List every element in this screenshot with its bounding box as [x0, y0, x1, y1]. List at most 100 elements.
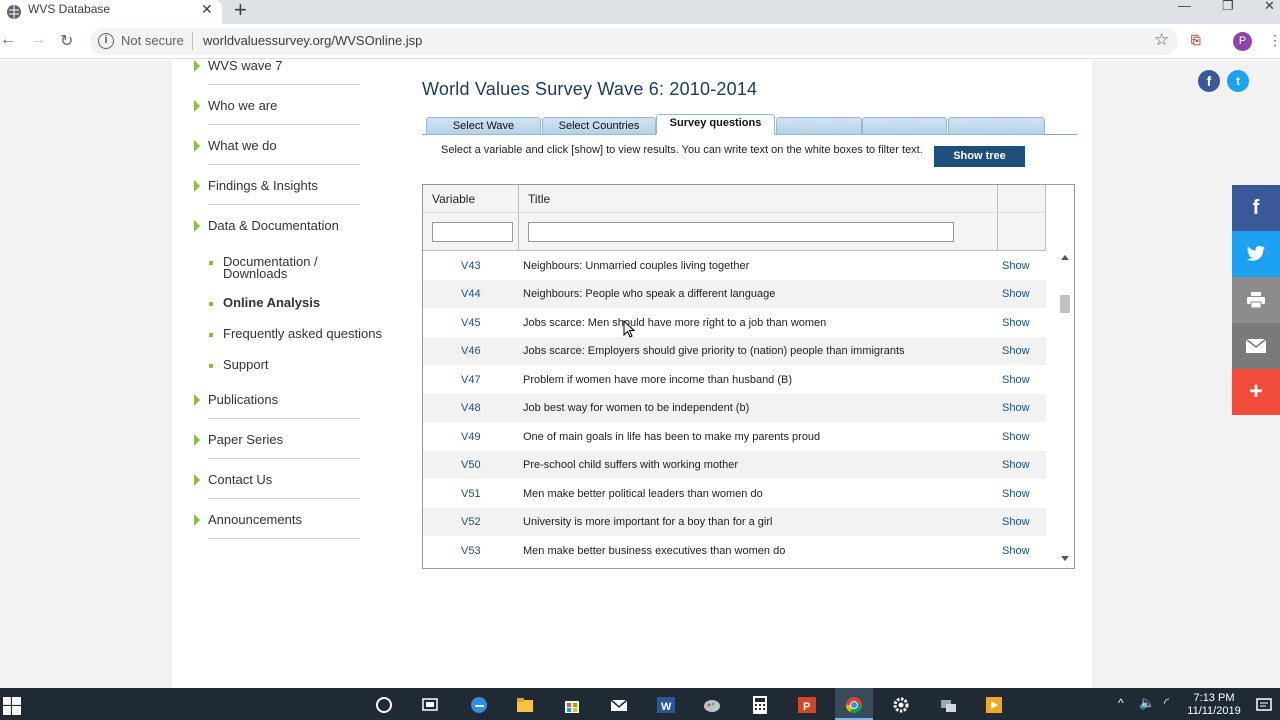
network-app-icon[interactable]: [939, 696, 957, 714]
column-header-title[interactable]: Title: [528, 192, 550, 206]
show-link[interactable]: Show: [1002, 451, 1030, 479]
variable-filter-input[interactable]: [432, 222, 513, 242]
show-link[interactable]: Show: [1002, 480, 1030, 508]
forward-icon[interactable]: →: [30, 31, 46, 49]
show-link[interactable]: Show: [1002, 252, 1030, 280]
sidebar-item-label[interactable]: What we do: [208, 138, 277, 153]
subitem-label[interactable]: Frequently asked questions: [223, 327, 382, 340]
browser-tab[interactable]: WVS Database ✕: [0, 0, 222, 24]
edge-icon[interactable]: [470, 696, 488, 714]
triangle-right-icon: [194, 394, 200, 406]
share-print-icon[interactable]: [1232, 277, 1280, 323]
sidebar-item-what-we-do[interactable]: What we do: [192, 138, 362, 180]
minimize-button[interactable]: —: [1178, 0, 1191, 13]
sidebar-item-label[interactable]: Data & Documentation: [208, 218, 339, 233]
sidebar-item-findings[interactable]: Findings & Insights: [192, 178, 362, 220]
sidebar-item-label[interactable]: WVS wave 7: [208, 58, 282, 73]
sidebar-item-label[interactable]: Findings & Insights: [208, 178, 318, 193]
profile-avatar[interactable]: P: [1233, 32, 1252, 51]
powerpoint-icon[interactable]: P: [798, 696, 816, 714]
subitem-label[interactable]: Documentation / Downloads: [223, 255, 373, 280]
twitter-icon[interactable]: t: [1227, 70, 1249, 92]
sidebar-item-publications[interactable]: Publications: [192, 392, 362, 434]
close-window-button[interactable]: ✕: [1264, 0, 1275, 14]
mail-icon[interactable]: [610, 696, 628, 714]
show-link[interactable]: Show: [1002, 394, 1030, 422]
sidebar-item-wvs-wave-7[interactable]: WVS wave 7: [192, 58, 362, 100]
browser-menu-icon[interactable]: ⋮: [1268, 32, 1280, 49]
task-view-icon[interactable]: [421, 696, 439, 714]
reload-icon[interactable]: ↻: [60, 31, 73, 51]
show-link[interactable]: Show: [1002, 366, 1030, 394]
divider: [208, 124, 360, 125]
sidebar-item-label[interactable]: Publications: [208, 392, 278, 407]
share-twitter-icon[interactable]: [1232, 231, 1280, 277]
question-title: Jobs scarce: Employers should give prior…: [523, 345, 905, 357]
close-tab-icon[interactable]: ✕: [201, 1, 213, 18]
show-link[interactable]: Show: [1002, 423, 1030, 451]
tab-responses: Responses: [776, 117, 862, 135]
scroll-up-icon[interactable]: [1061, 255, 1069, 260]
paint-icon[interactable]: [703, 696, 721, 714]
back-icon[interactable]: ←: [0, 31, 16, 49]
omnibox[interactable]: i Not secure worldvaluessurvey.org/WVSOn…: [90, 28, 1178, 55]
chevron-up-icon[interactable]: ^: [1118, 696, 1124, 710]
divider: [208, 84, 360, 85]
show-link[interactable]: Show: [1002, 280, 1030, 308]
sidebar-item-who-we-are[interactable]: Who we are: [192, 98, 362, 140]
chrome-icon[interactable]: [845, 696, 863, 714]
url-text[interactable]: worldvaluessurvey.org/WVSOnline.jsp: [203, 33, 422, 48]
windows-start-icon[interactable]: [3, 697, 21, 715]
pdf-extension-icon[interactable]: ⎘: [1191, 33, 1207, 49]
wifi-icon[interactable]: ◜: [1164, 695, 1169, 711]
share-facebook-icon[interactable]: f: [1232, 185, 1280, 231]
sidebar-item-label[interactable]: Announcements: [208, 512, 302, 527]
taskbar: W P ^ 🔈 ◜ 7:13 PM 11/11/2019: [0, 688, 1280, 720]
title-filter-input[interactable]: [528, 222, 954, 242]
variable-code: V52: [461, 516, 481, 528]
triangle-right-icon: [194, 514, 200, 526]
system-clock[interactable]: 7:13 PM 11/11/2019: [1183, 692, 1245, 718]
table-row: V52 University is more important for a b…: [423, 508, 1046, 536]
sidebar-item-contact-us[interactable]: Contact Us: [192, 472, 362, 514]
show-tree-button[interactable]: Show tree: [934, 146, 1025, 167]
calculator-icon[interactable]: [751, 696, 769, 714]
sidebar-item-announcements[interactable]: Announcements: [192, 512, 362, 554]
info-icon[interactable]: i: [98, 33, 114, 49]
media-app-icon[interactable]: [985, 696, 1003, 714]
show-link[interactable]: Show: [1002, 508, 1030, 536]
store-icon[interactable]: [563, 696, 581, 714]
settings-gear-icon[interactable]: [892, 696, 910, 714]
facebook-icon[interactable]: f: [1198, 70, 1220, 92]
share-more-icon[interactable]: +: [1232, 369, 1280, 415]
subitem-label[interactable]: Online Analysis: [223, 296, 320, 309]
scroll-down-icon[interactable]: [1061, 556, 1069, 561]
restore-button[interactable]: ❐: [1222, 0, 1234, 14]
volume-icon[interactable]: 🔈: [1139, 695, 1155, 711]
file-explorer-icon[interactable]: [516, 696, 534, 714]
tab-survey-questions[interactable]: Survey questions: [656, 114, 775, 135]
share-email-icon[interactable]: [1232, 323, 1280, 369]
notifications-icon[interactable]: [1255, 696, 1273, 714]
cortana-search-icon[interactable]: [375, 696, 393, 714]
show-link[interactable]: Show: [1002, 337, 1030, 365]
new-tab-button[interactable]: +: [234, 0, 247, 23]
sidebar-item-paper-series[interactable]: Paper Series: [192, 432, 362, 474]
sidebar-item-label[interactable]: Paper Series: [208, 432, 283, 447]
sidebar-item-label[interactable]: Who we are: [208, 98, 277, 113]
question-title: University is more important for a boy t…: [523, 516, 773, 528]
variable-code: V48: [461, 402, 481, 414]
show-link[interactable]: Show: [1002, 537, 1030, 565]
table-row: V53 Men make better business executives …: [423, 537, 1046, 565]
subitem-label[interactable]: Support: [223, 358, 269, 371]
security-status[interactable]: Not secure: [121, 33, 184, 48]
column-header-variable[interactable]: Variable: [432, 192, 475, 206]
word-icon[interactable]: W: [657, 696, 675, 714]
sidebar-item-label[interactable]: Contact Us: [208, 472, 272, 487]
grid-scrollbar[interactable]: [1057, 253, 1073, 568]
bookmark-star-icon[interactable]: ☆: [1154, 30, 1169, 50]
tab-select-wave[interactable]: Select Wave: [426, 117, 541, 135]
tab-select-countries[interactable]: Select Countries: [542, 117, 656, 135]
scroll-thumb[interactable]: [1060, 295, 1070, 313]
show-link[interactable]: Show: [1002, 309, 1030, 337]
